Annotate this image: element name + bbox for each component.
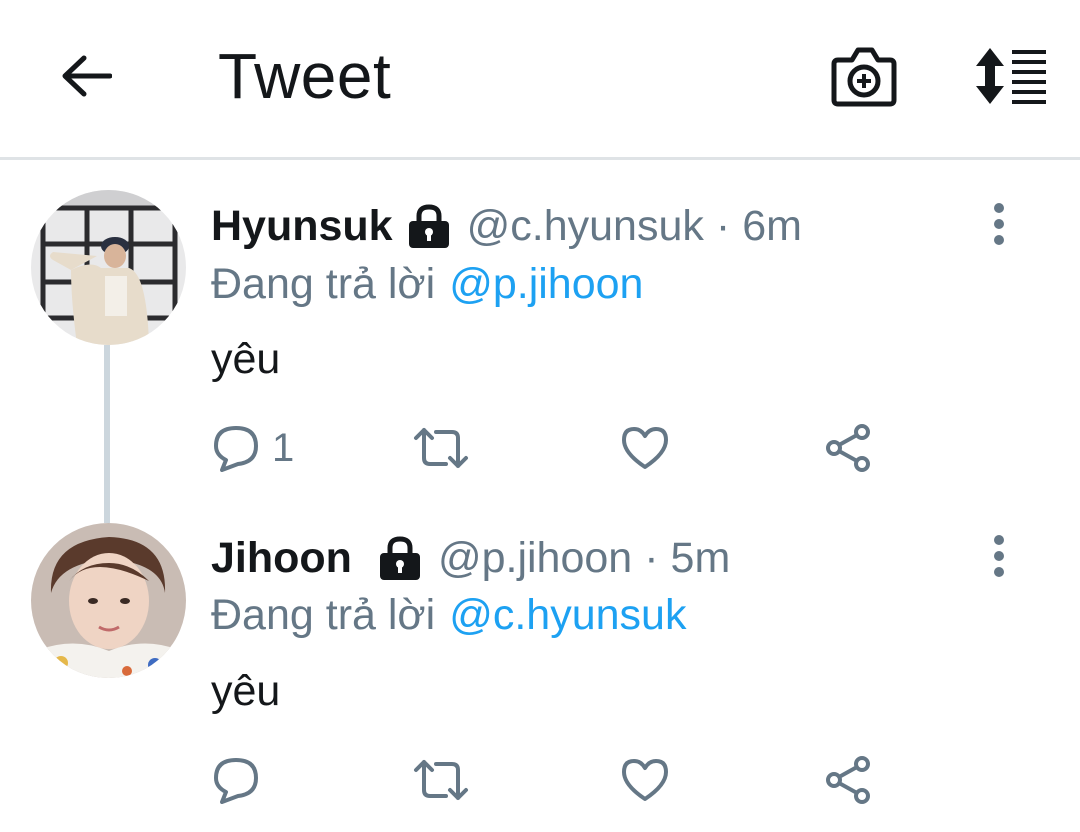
avatar-photo	[31, 190, 186, 345]
thread-connector	[104, 345, 110, 523]
more-vertical-icon	[994, 203, 1004, 245]
sort-list-icon	[976, 48, 1046, 104]
share-button[interactable]	[824, 418, 874, 478]
share-icon	[826, 424, 870, 472]
reply-mention-link[interactable]: @p.jihoon	[449, 260, 643, 309]
avatar-photo	[31, 523, 186, 678]
more-options-button[interactable]	[984, 200, 1014, 250]
retweet-icon	[414, 428, 468, 468]
timestamp: 6m	[742, 201, 802, 250]
camera-button[interactable]	[830, 44, 898, 108]
separator-dot: ·	[644, 533, 659, 582]
reply-count: 1	[272, 425, 295, 470]
tweet-header: Hyunsuk @c.hyunsuk · 6m	[211, 198, 802, 254]
heart-icon	[622, 427, 668, 469]
arrow-left-icon	[62, 55, 112, 97]
share-button[interactable]	[824, 750, 874, 810]
replying-to-label: Đang trả lời	[211, 259, 436, 308]
lock-icon	[376, 534, 424, 582]
tweet-actions: 1	[212, 418, 892, 478]
timestamp: 5m	[670, 533, 731, 582]
handle[interactable]: @c.hyunsuk	[467, 202, 704, 251]
tweet-header: Jihoon @p.jihoon · 5m	[211, 530, 730, 586]
tweet-text: yêu	[211, 667, 281, 715]
reply-button[interactable]	[212, 750, 272, 810]
like-button[interactable]	[620, 750, 670, 810]
sort-button[interactable]	[966, 44, 1050, 108]
replying-to: Đang trả lời @c.hyunsuk	[211, 587, 686, 643]
more-options-button[interactable]	[984, 532, 1014, 582]
heart-icon	[622, 759, 668, 801]
page-title: Tweet	[218, 40, 392, 112]
back-button[interactable]	[56, 46, 116, 106]
replying-to: Đang trả lời @p.jihoon	[211, 256, 643, 312]
tweet-actions	[212, 750, 892, 810]
reply-mention-link[interactable]: @c.hyunsuk	[449, 591, 686, 640]
handle[interactable]: @p.jihoon	[438, 534, 632, 583]
retweet-button[interactable]	[412, 750, 470, 810]
tweet-text: yêu	[211, 335, 281, 383]
top-app-bar: Tweet	[0, 0, 1080, 160]
share-icon	[826, 756, 870, 804]
like-button[interactable]	[620, 418, 670, 478]
avatar[interactable]	[31, 190, 186, 345]
replying-to-label: Đang trả lời	[211, 590, 436, 639]
separator-dot: ·	[715, 201, 731, 250]
reply-button[interactable]: 1	[212, 418, 294, 478]
reply-icon	[214, 426, 258, 472]
lock-icon	[405, 202, 453, 250]
reply-icon	[214, 758, 258, 804]
retweet-button[interactable]	[412, 418, 470, 478]
camera-plus-icon	[831, 47, 897, 107]
avatar[interactable]	[31, 523, 186, 678]
display-name[interactable]: Jihoon	[211, 534, 352, 583]
display-name[interactable]: Hyunsuk	[211, 202, 393, 251]
retweet-icon	[414, 760, 468, 800]
more-vertical-icon	[994, 535, 1004, 577]
